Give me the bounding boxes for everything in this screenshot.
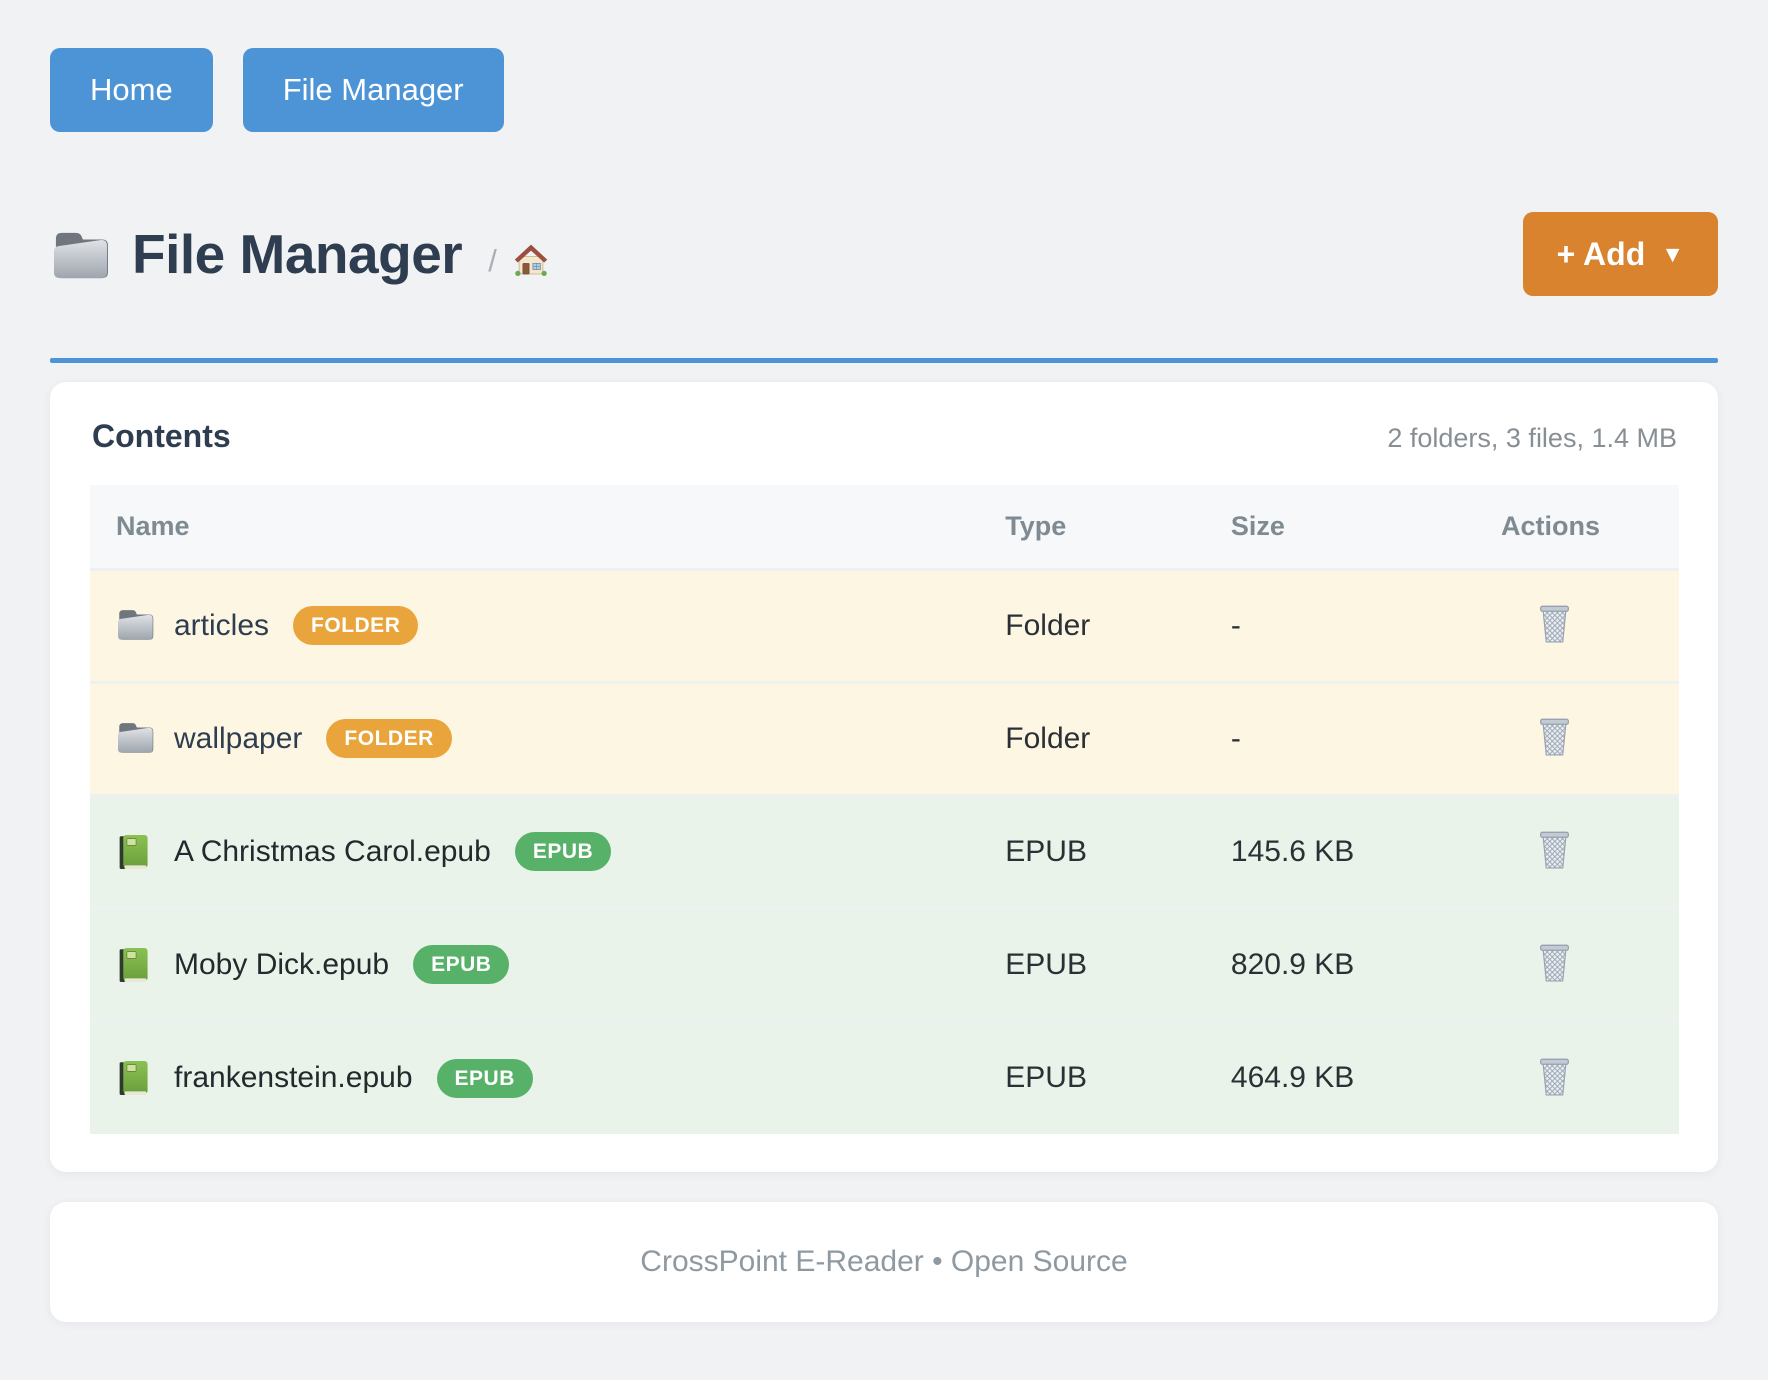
- table-header-row: Name Type Size Actions: [90, 485, 1679, 569]
- column-header-type: Type: [1005, 485, 1231, 569]
- table-row: Moby Dick.epub EPUB EPUB 820.9 KB: [90, 908, 1679, 1021]
- trash-icon[interactable]: [1537, 715, 1572, 757]
- contents-card: Contents 2 folders, 3 files, 1.4 MB Name…: [50, 382, 1718, 1172]
- column-header-name: Name: [90, 485, 1005, 569]
- book-icon: [116, 946, 154, 984]
- item-name-link[interactable]: A Christmas Carol.epub: [174, 835, 491, 869]
- title-underline: [50, 358, 1718, 363]
- item-type: Folder: [1005, 682, 1231, 795]
- contents-summary: 2 folders, 3 files, 1.4 MB: [1387, 423, 1677, 454]
- column-header-actions: Actions: [1501, 485, 1679, 569]
- item-size: 145.6 KB: [1231, 795, 1501, 908]
- title-group: File Manager /: [50, 222, 551, 286]
- footer: CrossPoint E-Reader • Open Source: [50, 1202, 1718, 1322]
- type-badge: EPUB: [437, 1059, 533, 1098]
- type-badge: FOLDER: [326, 719, 451, 758]
- item-type: EPUB: [1005, 795, 1231, 908]
- item-name-group: Moby Dick.epub EPUB: [116, 945, 1005, 984]
- item-name-group: articles FOLDER: [116, 606, 1005, 645]
- type-badge: FOLDER: [293, 606, 418, 645]
- item-name-link[interactable]: articles: [174, 609, 269, 643]
- item-name-link[interactable]: frankenstein.epub: [174, 1061, 413, 1095]
- type-badge: EPUB: [515, 832, 611, 871]
- item-type: Folder: [1005, 569, 1231, 682]
- item-name-link[interactable]: Moby Dick.epub: [174, 948, 389, 982]
- item-name-group: A Christmas Carol.epub EPUB: [116, 832, 1005, 871]
- table-row: frankenstein.epub EPUB EPUB 464.9 KB: [90, 1021, 1679, 1134]
- nav-home-button[interactable]: Home: [50, 48, 213, 132]
- book-icon: [116, 833, 154, 871]
- add-button-label: + Add: [1557, 236, 1646, 273]
- trash-icon[interactable]: [1537, 602, 1572, 644]
- contents-title: Contents: [92, 418, 231, 455]
- table-row: A Christmas Carol.epub EPUB EPUB 145.6 K…: [90, 795, 1679, 908]
- trash-icon[interactable]: [1537, 828, 1572, 870]
- table-row: articles FOLDER Folder -: [90, 569, 1679, 682]
- home-icon[interactable]: [511, 240, 551, 280]
- page-title: File Manager: [132, 222, 462, 286]
- file-table-body: articles FOLDER Folder - wallpaper FOLDE…: [90, 569, 1679, 1134]
- item-type: EPUB: [1005, 1021, 1231, 1134]
- item-size: 820.9 KB: [1231, 908, 1501, 1021]
- column-header-size: Size: [1231, 485, 1501, 569]
- nav-file-manager-button[interactable]: File Manager: [243, 48, 504, 132]
- page: Home File Manager File Manager / + Add ▼…: [0, 0, 1768, 1322]
- item-name-group: wallpaper FOLDER: [116, 719, 1005, 758]
- caret-down-icon: ▼: [1661, 243, 1684, 266]
- item-size: -: [1231, 569, 1501, 682]
- item-size: 464.9 KB: [1231, 1021, 1501, 1134]
- page-header: File Manager / + Add ▼: [50, 212, 1718, 296]
- trash-icon[interactable]: [1537, 941, 1572, 983]
- folder-icon: [116, 720, 154, 758]
- footer-text: CrossPoint E-Reader • Open Source: [640, 1245, 1127, 1279]
- book-icon: [116, 1059, 154, 1097]
- item-name-group: frankenstein.epub EPUB: [116, 1059, 1005, 1098]
- item-type: EPUB: [1005, 908, 1231, 1021]
- breadcrumb-separator: /: [488, 243, 497, 279]
- item-size: -: [1231, 682, 1501, 795]
- trash-icon[interactable]: [1537, 1055, 1572, 1097]
- contents-card-header: Contents 2 folders, 3 files, 1.4 MB: [90, 418, 1679, 455]
- type-badge: EPUB: [413, 945, 509, 984]
- add-button[interactable]: + Add ▼: [1523, 212, 1718, 296]
- folder-icon: [50, 228, 110, 280]
- item-name-link[interactable]: wallpaper: [174, 722, 302, 756]
- top-navigation: Home File Manager: [50, 48, 1718, 132]
- folder-icon: [116, 607, 154, 645]
- file-table: Name Type Size Actions articles FOLDER F…: [90, 485, 1679, 1134]
- table-row: wallpaper FOLDER Folder -: [90, 682, 1679, 795]
